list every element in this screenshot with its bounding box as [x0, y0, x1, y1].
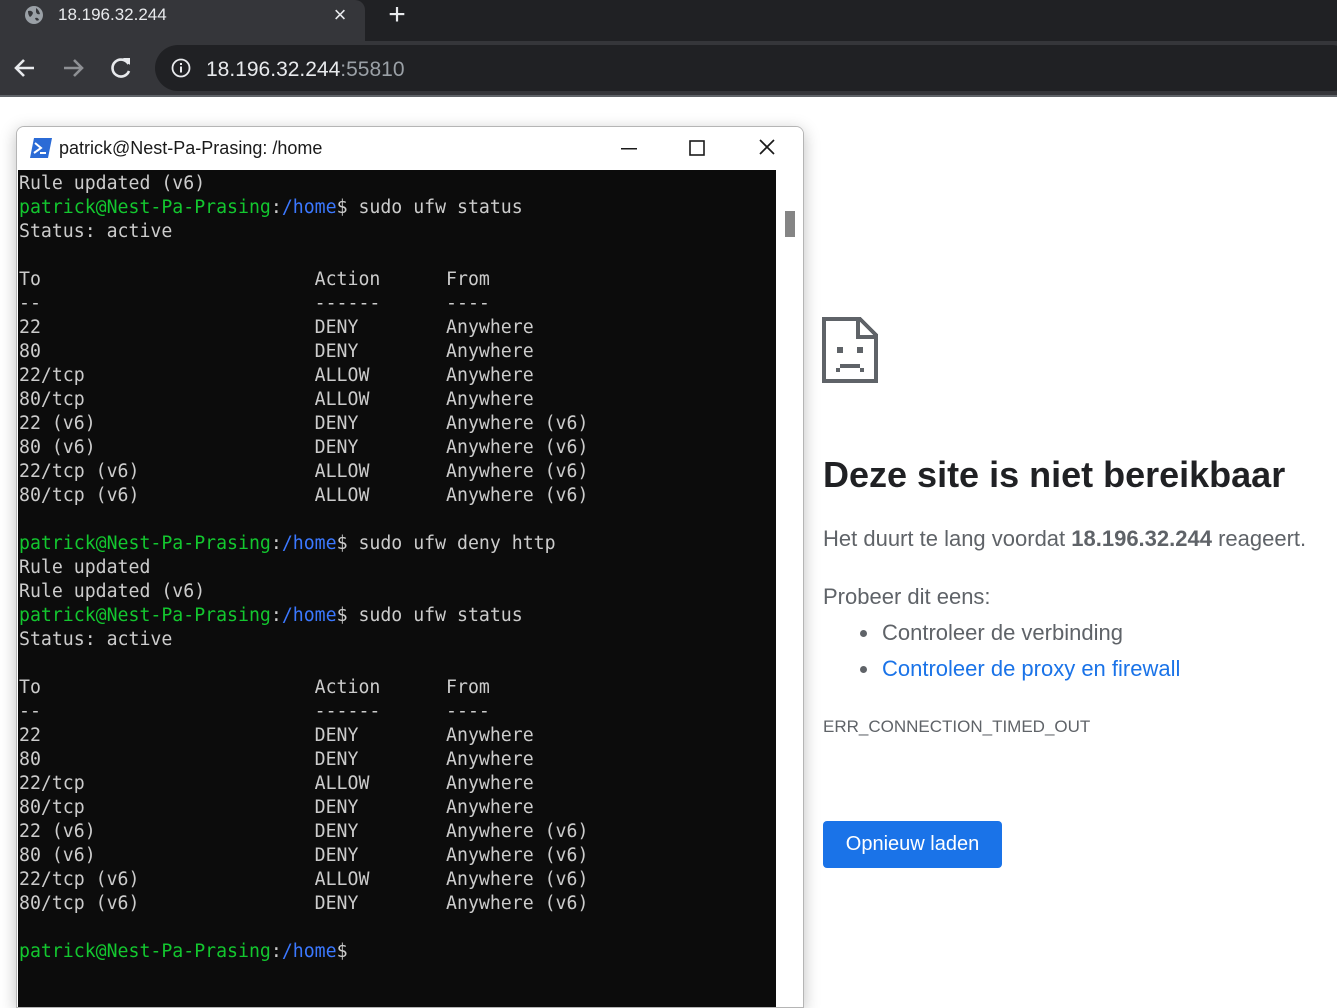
back-arrow-icon[interactable] — [12, 55, 38, 81]
error-description: Het duurt te lang voordat 18.196.32.244 … — [823, 526, 1306, 552]
prompt-path: /home — [281, 533, 337, 554]
prompt-path: /home — [281, 605, 337, 626]
prompt-path: /home — [281, 941, 337, 962]
terminal-lines: Rule updated (v6) patrick@Nest-Pa-Prasing… — [18, 170, 776, 964]
terminal-output-line: 80 DENY Anywhere — [19, 341, 534, 362]
terminal-prompt-line: patrick@Nest-Pa-Prasing:/home$ sudo ufw … — [19, 533, 556, 554]
suggestions-list: Controleer de verbinding Controleer de p… — [858, 615, 1180, 687]
reload-icon[interactable] — [108, 55, 134, 81]
terminal-output-line: 80/tcp (v6) DENY Anywhere (v6) — [19, 893, 589, 914]
prompt-command: $ sudo ufw status — [336, 605, 523, 626]
terminal-output-line: 22 (v6) DENY Anywhere (v6) — [19, 413, 589, 434]
terminal-output-line: Rule updated (v6) — [19, 581, 206, 602]
terminal-output-line: 80/tcp DENY Anywhere — [19, 797, 534, 818]
terminal-output-line: 22 DENY Anywhere — [19, 317, 534, 338]
terminal-output-line: Status: active — [19, 221, 173, 242]
suggestion-check-connection: Controleer de verbinding — [858, 615, 1180, 651]
terminal-output-line: 80 (v6) DENY Anywhere (v6) — [19, 437, 589, 458]
suggestion-check-proxy-firewall-link[interactable]: Controleer de proxy en firewall — [858, 651, 1180, 687]
terminal-output-line: 22 DENY Anywhere — [19, 725, 534, 746]
error-host: 18.196.32.244 — [1071, 526, 1212, 551]
terminal-output-line: To Action From — [19, 677, 490, 698]
tab-close-icon[interactable]: × — [328, 3, 352, 27]
globe-icon — [24, 5, 44, 25]
terminal-prompt-line: patrick@Nest-Pa-Prasing:/home$ sudo ufw … — [19, 197, 523, 218]
error-code: ERR_CONNECTION_TIMED_OUT — [823, 717, 1091, 736]
url-port: :55810 — [340, 58, 405, 81]
terminal-output-line: 80 DENY Anywhere — [19, 749, 534, 770]
tab-title: 18.196.32.244 — [58, 5, 167, 24]
prompt-command: $ — [336, 941, 348, 962]
prompt-command: $ sudo ufw status — [336, 197, 523, 218]
terminal-output-line: 22/tcp (v6) ALLOW Anywhere (v6) — [19, 461, 589, 482]
close-icon[interactable] — [749, 135, 785, 163]
terminal-prompt-line: patrick@Nest-Pa-Prasing:/home$ — [19, 941, 348, 962]
tab-strip: 18.196.32.244 × + — [0, 0, 1337, 41]
terminal-output-line: Rule updated — [19, 557, 151, 578]
forward-arrow-icon[interactable] — [60, 55, 86, 81]
terminal-prompt-line: patrick@Nest-Pa-Prasing:/home$ sudo ufw … — [19, 605, 523, 626]
terminal-scrollbar[interactable] — [776, 170, 803, 1007]
terminal-output-line: 80 (v6) DENY Anywhere (v6) — [19, 845, 589, 866]
terminal-output-line: -- ------ ---- — [19, 293, 490, 314]
terminal-output-line: -- ------ ---- — [19, 701, 490, 722]
prompt-command: $ sudo ufw deny http — [336, 533, 556, 554]
browser-tab[interactable]: 18.196.32.244 × — [0, 0, 365, 41]
address-bar[interactable]: 18.196.32.244:55810 — [155, 45, 1337, 91]
url-text: 18.196.32.244:55810 — [206, 58, 405, 82]
new-tab-button[interactable]: + — [383, 0, 411, 30]
terminal-window[interactable]: patrick@Nest-Pa-Prasing: /home Rule upda… — [16, 126, 804, 1008]
minimize-icon[interactable] — [611, 135, 647, 163]
terminal-output-line: 22/tcp ALLOW Anywhere — [19, 773, 534, 794]
url-host: 18.196.32.244 — [206, 58, 341, 81]
browser-toolbar: 18.196.32.244:55810 — [0, 41, 1337, 97]
info-icon[interactable] — [171, 58, 191, 78]
terminal-titlebar[interactable]: patrick@Nest-Pa-Prasing: /home — [17, 127, 803, 170]
prompt-user: patrick@Nest-Pa-Prasing — [19, 533, 271, 554]
error-description-suffix: reageert. — [1211, 526, 1307, 551]
terminal-output-line: Rule updated (v6) — [19, 173, 206, 194]
prompt-user: patrick@Nest-Pa-Prasing — [19, 941, 271, 962]
prompt-user: patrick@Nest-Pa-Prasing — [19, 605, 271, 626]
terminal-title: patrick@Nest-Pa-Prasing: /home — [59, 138, 323, 158]
terminal-output-line: 22/tcp ALLOW Anywhere — [19, 365, 534, 386]
terminal-output-line: 80/tcp ALLOW Anywhere — [19, 389, 534, 410]
terminal-output-line: 22/tcp (v6) ALLOW Anywhere (v6) — [19, 869, 589, 890]
terminal-output-line: To Action From — [19, 269, 490, 290]
terminal-app-icon — [29, 137, 53, 159]
error-description-prefix: Het duurt te lang voordat — [823, 526, 1072, 551]
sad-document-icon — [822, 317, 878, 383]
scrollbar-thumb[interactable] — [785, 211, 795, 237]
suggestions-heading: Probeer dit eens: — [823, 584, 991, 609]
terminal-output-line: Status: active — [19, 629, 173, 650]
prompt-user: patrick@Nest-Pa-Prasing — [19, 197, 271, 218]
maximize-icon[interactable] — [679, 135, 715, 163]
prompt-path: /home — [281, 197, 337, 218]
terminal-output-line: 22 (v6) DENY Anywhere (v6) — [19, 821, 589, 842]
error-title: Deze site is niet bereikbaar — [823, 454, 1286, 495]
terminal-output[interactable]: Rule updated (v6) patrick@Nest-Pa-Prasing… — [18, 170, 776, 1007]
terminal-output-line: 80/tcp (v6) ALLOW Anywhere (v6) — [19, 485, 589, 506]
reload-button[interactable]: Opnieuw laden — [823, 821, 1002, 868]
